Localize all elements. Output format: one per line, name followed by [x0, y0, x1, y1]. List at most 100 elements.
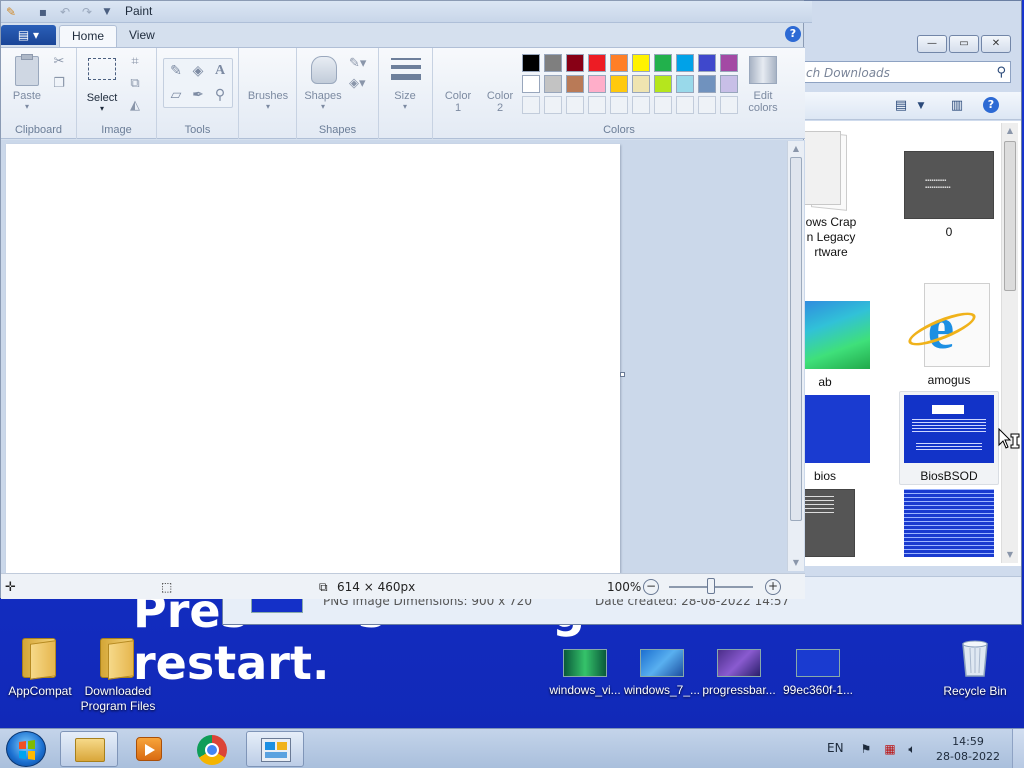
shape-fill-icon[interactable]: ◈▾ [349, 76, 366, 92]
color-swatch[interactable] [720, 54, 738, 72]
color-swatch[interactable] [544, 75, 562, 93]
help-icon[interactable]: ? [785, 26, 801, 42]
zoom-out-button[interactable]: − [643, 579, 659, 595]
redo-icon[interactable]: ↷ [79, 4, 95, 20]
color-swatch[interactable] [610, 54, 628, 72]
eraser-icon[interactable]: ▱ [166, 85, 186, 105]
file-item[interactable]: ▪▪▪▪▪▪▪▪▪▪ ▪▪▪▪▪▪▪▪▪▪▪▪ 0 [899, 151, 999, 240]
custom-color-slot[interactable] [654, 96, 672, 114]
change-view-icon[interactable]: ▤ [893, 98, 909, 114]
color-swatch[interactable] [654, 75, 672, 93]
color-swatch[interactable] [522, 54, 540, 72]
desktop-icon-99ec360f[interactable]: 99ec360f-1... [778, 643, 858, 698]
crop-icon[interactable]: ⌗ [127, 54, 143, 70]
chevron-up-icon[interactable]: ▲ [1002, 123, 1018, 139]
file-item[interactable]: ab [803, 301, 875, 390]
desktop-icon-downloaded-program-files[interactable]: Downloaded Program Files [78, 632, 158, 714]
image-thumbnail-icon[interactable] [803, 489, 855, 557]
custom-color-slot[interactable] [698, 96, 716, 114]
edit-colors-button[interactable]: Edit colors [743, 54, 783, 114]
pencil-icon[interactable]: ✎ [166, 61, 186, 81]
color-swatch[interactable] [522, 75, 540, 93]
size-button[interactable]: Size ▾ [385, 54, 425, 111]
desktop-icon-windows-7[interactable]: windows_7_... [622, 643, 702, 698]
canvas-resize-handle[interactable] [620, 372, 625, 377]
paint-menu-button[interactable]: ▤ ▾ [1, 25, 56, 45]
file-item[interactable]: e amogus [899, 281, 999, 388]
maximize-button[interactable]: ▭ [949, 35, 979, 53]
customize-quick-access-icon[interactable]: ▼ [99, 4, 115, 20]
color-swatch[interactable] [632, 54, 650, 72]
color-picker-icon[interactable]: ✒ [188, 85, 208, 105]
image-thumbnail-icon[interactable] [904, 489, 994, 557]
color-swatch[interactable] [698, 54, 716, 72]
action-center-icon[interactable]: ⚑ [858, 741, 874, 757]
start-button[interactable] [6, 731, 46, 767]
color-swatch[interactable] [654, 54, 672, 72]
color-swatch[interactable] [698, 75, 716, 93]
color-swatch[interactable] [544, 54, 562, 72]
select-button[interactable]: Select ▾ [83, 56, 121, 113]
color-swatch[interactable] [588, 54, 606, 72]
search-input[interactable]: ch Downloads ⚲ [801, 61, 1011, 83]
color-swatch[interactable] [588, 75, 606, 93]
custom-color-slot[interactable] [588, 96, 606, 114]
vertical-scrollbar[interactable]: ▲ ▼ [1001, 123, 1018, 563]
fill-icon[interactable]: ◈ [188, 61, 208, 81]
chevron-down-icon[interactable]: ▼ [788, 555, 804, 571]
rotate-icon[interactable]: ◭ [127, 98, 143, 114]
preview-pane-icon[interactable]: ▥ [949, 98, 965, 114]
text-icon[interactable]: A [210, 61, 230, 81]
paste-button[interactable]: Paste ▾ [7, 54, 47, 111]
taskbar-paint-button[interactable] [246, 731, 304, 767]
cut-icon[interactable]: ✂ [51, 54, 67, 70]
language-indicator[interactable]: EN [827, 741, 844, 755]
network-icon[interactable]: ▦ [882, 741, 898, 757]
brushes-button[interactable]: Brushes ▾ [243, 54, 293, 111]
scrollbar-thumb[interactable] [1004, 141, 1016, 291]
vertical-scrollbar[interactable]: ▲ ▼ [787, 141, 804, 571]
close-button[interactable]: ✕ [981, 35, 1011, 53]
color-swatch[interactable] [676, 54, 694, 72]
tab-home[interactable]: Home [59, 25, 118, 47]
scrollbar-thumb[interactable] [790, 157, 802, 521]
paint-window[interactable]: ✎ ▪ ↶ ↷ ▼ Paint ▤ ▾ Home View ? Paste ▾ … [0, 0, 812, 599]
chevron-down-icon[interactable]: ▼ [1002, 547, 1018, 563]
drawing-canvas[interactable] [6, 144, 620, 573]
magnifier-icon[interactable]: ⚲ [210, 85, 230, 105]
resize-icon[interactable]: ⧉ [127, 76, 143, 92]
file-item-selected[interactable]: BiosBSOD [899, 391, 999, 485]
custom-color-slot[interactable] [632, 96, 650, 114]
tab-view[interactable]: View [117, 25, 167, 47]
color-swatch[interactable] [566, 54, 584, 72]
zoom-slider-thumb[interactable] [707, 578, 715, 594]
minimize-button[interactable]: — [917, 35, 947, 53]
desktop-icon-appcompat[interactable]: AppCompat [0, 632, 80, 699]
volume-icon[interactable]: 🔈︎ [904, 741, 920, 757]
custom-color-slot[interactable] [566, 96, 584, 114]
desktop-icon-windows-vi[interactable]: windows_vi... [545, 643, 625, 698]
custom-color-slot[interactable] [610, 96, 628, 114]
chevron-up-icon[interactable]: ▲ [788, 141, 804, 157]
show-desktop-button[interactable] [1012, 729, 1024, 768]
help-icon[interactable]: ? [983, 97, 999, 113]
custom-color-slot[interactable] [720, 96, 738, 114]
file-item[interactable]: bios [803, 395, 875, 484]
color-swatch[interactable] [720, 75, 738, 93]
shapes-button[interactable]: Shapes ▾ [301, 54, 345, 111]
clock[interactable]: 14:59 28-08-2022 [935, 734, 1001, 764]
taskbar-chrome-button[interactable] [183, 731, 241, 767]
color-swatch[interactable] [676, 75, 694, 93]
custom-color-slot[interactable] [676, 96, 694, 114]
desktop-icon-progressbar[interactable]: progressbar... [699, 643, 779, 698]
file-item[interactable]: ows Crap n Legacy rtware [803, 131, 881, 260]
custom-color-slot[interactable] [522, 96, 540, 114]
copy-icon[interactable]: ❐ [51, 76, 67, 92]
color1-button[interactable]: Color 1 [441, 90, 475, 114]
save-icon[interactable]: ▪ [35, 4, 51, 20]
taskbar-media-player-button[interactable] [120, 731, 178, 767]
custom-color-slot[interactable] [544, 96, 562, 114]
outline-icon[interactable]: ✎▾ [349, 56, 366, 72]
zoom-in-button[interactable]: + [765, 579, 781, 595]
desktop-icon-recycle-bin[interactable]: Recycle Bin [935, 632, 1015, 699]
